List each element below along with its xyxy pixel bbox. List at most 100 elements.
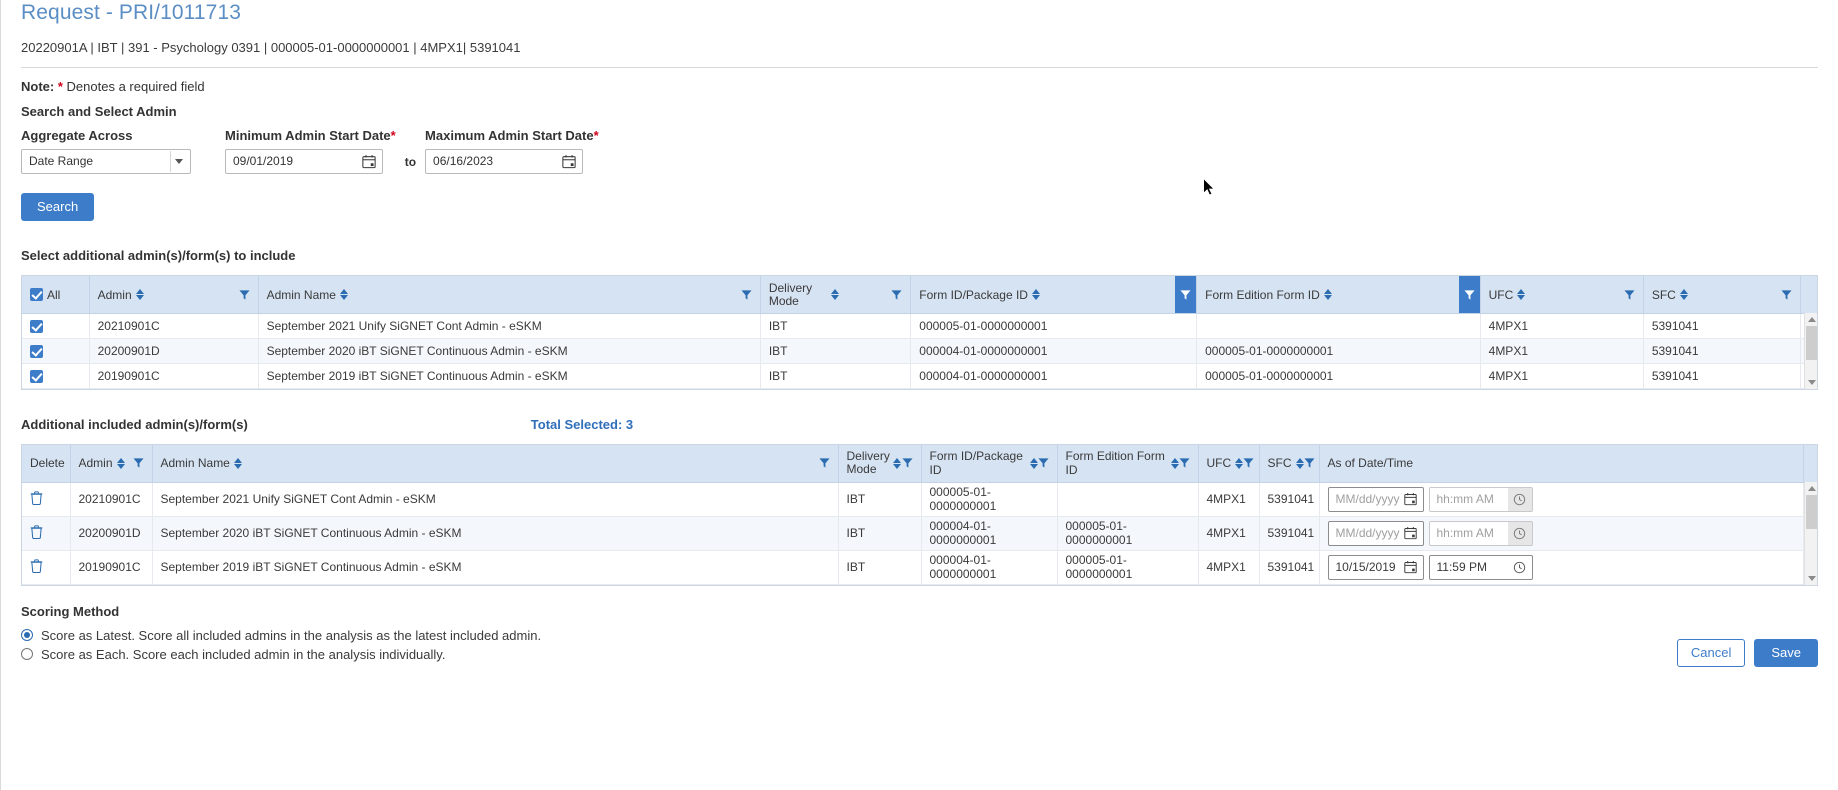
header-sfc[interactable]: SFC (1259, 445, 1320, 483)
as-of-time-input[interactable]: hh:mm AM (1428, 486, 1533, 512)
table-row[interactable]: 20210901C September 2021 Unify SiGNET Co… (22, 313, 1817, 339)
header-form-id[interactable]: Form ID/Package ID (910, 276, 1198, 314)
scrollbar-thumb[interactable] (1806, 495, 1817, 529)
filter-icon[interactable] (891, 289, 902, 301)
filter-icon[interactable] (1303, 457, 1315, 469)
sort-icon[interactable] (1031, 288, 1040, 301)
filter-icon-active[interactable] (1458, 276, 1480, 313)
sort-icon[interactable] (1679, 288, 1688, 301)
table-row[interactable]: 20200901D September 2020 iBT SiGNET Cont… (22, 516, 1817, 551)
sort-icon[interactable] (1029, 457, 1038, 470)
scoring-option-each[interactable]: Score as Each. Score each included admin… (21, 647, 1818, 662)
header-admin[interactable]: Admin (70, 445, 153, 483)
sort-icon[interactable] (1295, 457, 1304, 470)
header-select-all[interactable]: All (22, 276, 90, 314)
filter-icon[interactable] (1243, 457, 1254, 469)
sort-icon[interactable] (116, 457, 125, 470)
as-of-time-input[interactable]: 11:59 PM (1428, 554, 1533, 580)
sort-icon[interactable] (892, 457, 901, 470)
scroll-down-icon[interactable] (1805, 572, 1818, 585)
vertical-scrollbar[interactable] (1804, 313, 1817, 389)
header-delivery-mode[interactable]: Delivery Mode (838, 445, 922, 483)
cell-delete[interactable] (22, 550, 71, 585)
clock-icon[interactable] (1507, 487, 1532, 511)
radio-score-as-each[interactable] (21, 648, 33, 660)
maximum-admin-start-date-field: Maximum Admin Start Date* 06/16/2023 (425, 128, 599, 174)
cell-delete[interactable] (22, 482, 71, 517)
header-admin-name[interactable]: Admin Name (258, 276, 761, 314)
cell-form-id: 000005-01-0000000001 (921, 482, 1058, 517)
header-form-id[interactable]: Form ID/Package ID (921, 445, 1058, 483)
trash-icon[interactable] (30, 490, 43, 505)
row-checkbox-cell[interactable] (22, 338, 90, 364)
calendar-icon[interactable] (1399, 488, 1423, 511)
filter-icon[interactable] (1178, 457, 1190, 469)
scroll-up-icon[interactable] (1805, 313, 1818, 326)
clock-icon[interactable] (1508, 556, 1532, 579)
cell-delete[interactable] (22, 516, 71, 551)
header-scroll-spacer (1803, 445, 1817, 483)
as-of-date-input[interactable]: MM/dd/yyyy (1327, 486, 1424, 512)
cell-ufc: 4MPX1 (1480, 363, 1644, 389)
trash-icon[interactable] (30, 558, 43, 573)
scoring-option-latest[interactable]: Score as Latest. Score all included admi… (21, 628, 1818, 643)
sort-icon[interactable] (1235, 457, 1244, 470)
scroll-down-icon[interactable] (1805, 376, 1818, 389)
filter-icon-active[interactable] (1175, 276, 1197, 313)
calendar-icon[interactable] (362, 154, 376, 169)
clock-icon[interactable] (1507, 521, 1532, 545)
radio-score-as-latest[interactable] (21, 629, 33, 641)
table-row[interactable]: 20200901D September 2020 iBT SiGNET Cont… (22, 338, 1817, 364)
sort-icon[interactable] (339, 288, 348, 301)
filter-icon[interactable] (1781, 289, 1792, 301)
filter-icon[interactable] (132, 457, 144, 469)
row-checkbox-cell[interactable] (22, 313, 90, 339)
trash-icon[interactable] (30, 524, 43, 539)
filter-icon[interactable] (741, 289, 752, 301)
row-checkbox[interactable] (30, 370, 43, 384)
header-ufc[interactable]: UFC (1480, 276, 1644, 314)
filter-icon[interactable] (1624, 289, 1635, 301)
cell-admin-name: September 2020 iBT SiGNET Continuous Adm… (258, 338, 761, 364)
calendar-icon[interactable] (1399, 556, 1423, 579)
calendar-icon[interactable] (562, 154, 576, 169)
header-sfc[interactable]: SFC (1643, 276, 1802, 314)
header-ufc[interactable]: UFC (1198, 445, 1260, 483)
table-row[interactable]: 20210901C September 2021 Unify SiGNET Co… (22, 482, 1817, 517)
sort-icon[interactable] (1517, 288, 1526, 301)
calendar-icon[interactable] (1399, 522, 1423, 545)
sort-icon[interactable] (233, 457, 242, 470)
as-of-time-input[interactable]: hh:mm AM (1428, 520, 1533, 546)
sort-icon[interactable] (830, 288, 839, 301)
save-button[interactable]: Save (1754, 639, 1818, 667)
filter-icon[interactable] (1037, 457, 1049, 469)
as-of-date-input[interactable]: MM/dd/yyyy (1327, 520, 1424, 546)
header-admin[interactable]: Admin (89, 276, 259, 314)
search-button[interactable]: Search (21, 193, 95, 221)
filter-icon[interactable] (901, 457, 913, 469)
header-form-edition[interactable]: Form Edition Form ID (1196, 276, 1481, 314)
table-row[interactable]: 20190901C September 2019 iBT SiGNET Cont… (22, 550, 1817, 585)
select-all-checkbox[interactable] (30, 288, 43, 302)
sort-icon[interactable] (1170, 457, 1179, 470)
cancel-button[interactable]: Cancel (1676, 639, 1746, 667)
maximum-admin-start-date-input[interactable]: 06/16/2023 (425, 149, 584, 174)
sort-icon[interactable] (1323, 288, 1332, 301)
row-checkbox[interactable] (30, 320, 43, 334)
row-checkbox-cell[interactable] (22, 363, 90, 389)
header-admin-name[interactable]: Admin Name (152, 445, 839, 483)
sort-icon[interactable] (135, 288, 144, 301)
table-row[interactable]: 20190901C September 2019 iBT SiGNET Cont… (22, 363, 1817, 389)
minimum-admin-start-date-input[interactable]: 09/01/2019 (225, 149, 383, 174)
filter-icon[interactable] (239, 289, 250, 301)
scrollbar-thumb[interactable] (1806, 326, 1817, 360)
cell-sfc: 5391041 (1643, 338, 1802, 364)
header-delivery-mode[interactable]: Delivery Mode (760, 276, 912, 314)
row-checkbox[interactable] (30, 345, 43, 359)
scroll-up-icon[interactable] (1805, 482, 1818, 495)
filter-icon[interactable] (818, 457, 830, 469)
header-form-edition[interactable]: Form Edition Form ID (1057, 445, 1199, 483)
as-of-date-input[interactable]: 10/15/2019 (1327, 554, 1424, 580)
aggregate-across-select[interactable]: Date Range (21, 149, 191, 174)
vertical-scrollbar[interactable] (1804, 482, 1817, 585)
